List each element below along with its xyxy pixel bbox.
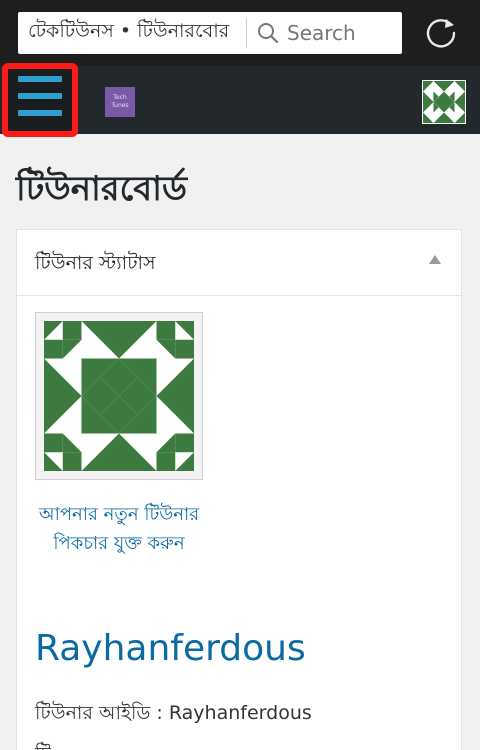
profile-picture[interactable] [35,312,203,480]
tuner-status-panel: টিউনার স্ট্যাটাস আপনার নতুন টিউনার পিকচা… [16,229,462,750]
panel-title: টিউনার স্ট্যাটাস [35,252,156,274]
tuner-id-row: টিউনার আইডি : Rayhanferdous [35,699,312,731]
avatar-identicon-icon [423,81,465,123]
user-avatar[interactable] [422,80,466,124]
url-text[interactable]: টেকটিউনস • টিউনারবোর [18,17,246,49]
next-info-row: টি [35,740,51,750]
username-heading[interactable]: Rayhanferdous [35,628,306,669]
menu-icon-bar-top [18,76,62,82]
profile-identicon-icon [44,321,194,471]
browser-toolbar: টেকটিউনস • টিউনারবোর Search [0,0,480,66]
address-bar[interactable]: টেকটিউনস • টিউনারবোর Search [18,12,402,54]
site-logo-icon[interactable]: Tech Tunes [105,87,135,117]
collapse-arrow-icon[interactable] [429,255,441,264]
search-icon [258,23,279,44]
menu-icon-bar-middle [18,93,62,99]
tuner-id-label: টিউনার আইডি : [35,702,169,724]
page-title: টিউনারবোর্ড [16,169,188,209]
refresh-icon[interactable] [424,16,458,50]
panel-header[interactable]: টিউনার স্ট্যাটাস [17,230,461,296]
search-button[interactable]: Search [247,21,356,45]
menu-toggle-button[interactable] [2,63,78,137]
add-picture-link[interactable]: আপনার নতুন টিউনার পিকচার যুক্ত করুন [29,500,209,558]
tuner-id-value: Rayhanferdous [168,702,312,724]
search-label: Search [287,21,356,45]
menu-icon-bar-bottom [18,110,62,116]
